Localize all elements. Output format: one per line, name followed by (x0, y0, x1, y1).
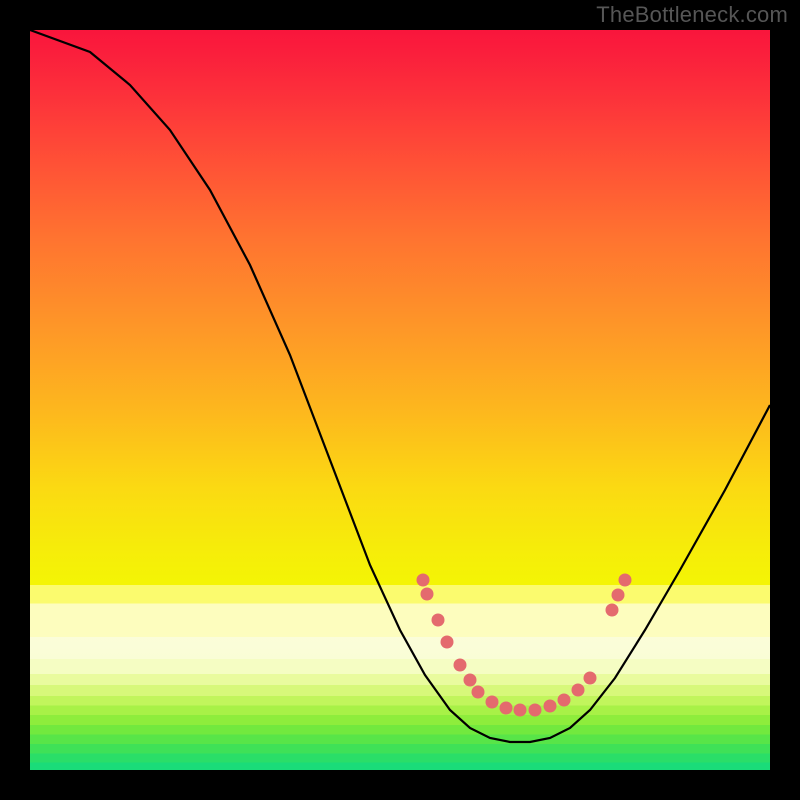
attribution-text: TheBottleneck.com (596, 2, 788, 28)
curve-marker (514, 704, 527, 717)
curve-marker (421, 588, 434, 601)
plot-area (30, 30, 770, 770)
curve-markers (417, 574, 632, 717)
curve-marker (612, 589, 625, 602)
curve-marker (544, 700, 557, 713)
chart-container: TheBottleneck.com (0, 0, 800, 800)
curve-marker (454, 659, 467, 672)
bottleneck-curve (30, 30, 770, 742)
curve-marker (529, 704, 542, 717)
curve-marker (417, 574, 430, 587)
curve-marker (558, 694, 571, 707)
curve-layer (30, 30, 770, 770)
curve-marker (441, 636, 454, 649)
curve-marker (606, 604, 619, 617)
curve-marker (500, 702, 513, 715)
curve-marker (572, 684, 585, 697)
curve-marker (584, 672, 597, 685)
curve-marker (619, 574, 632, 587)
curve-marker (486, 696, 499, 709)
curve-marker (464, 674, 477, 687)
curve-marker (432, 614, 445, 627)
curve-marker (472, 686, 485, 699)
